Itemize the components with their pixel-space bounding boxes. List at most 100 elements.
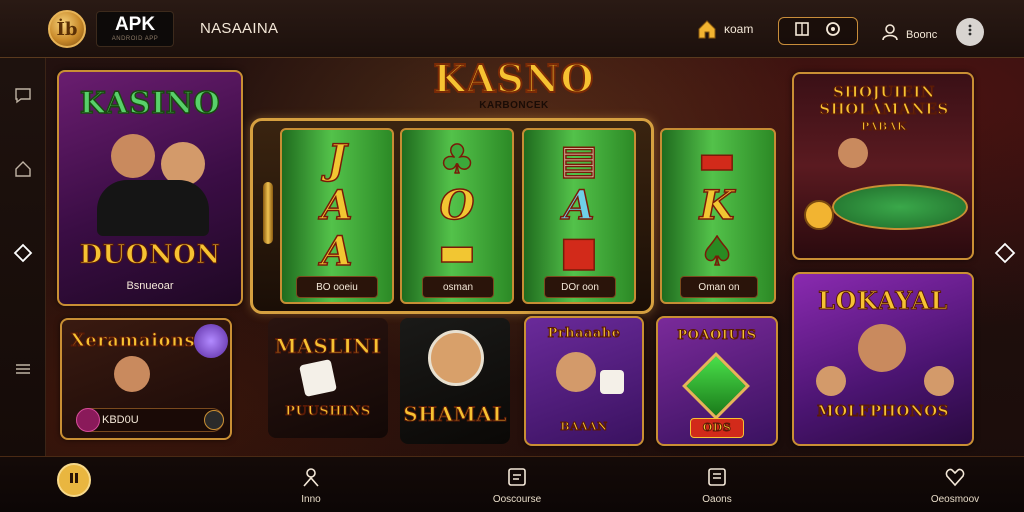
- reel-label: Oman on: [680, 276, 758, 298]
- character-avatar: [428, 330, 484, 386]
- tile-kasino-top-title: KASINO: [79, 85, 221, 122]
- reel-symbol: A: [563, 181, 596, 230]
- top-bar: İb APK ANDROID APP NASAAINA ᴋoam Boonc: [0, 0, 1024, 58]
- settings-button[interactable]: [956, 18, 984, 46]
- slot-lever[interactable]: [263, 182, 273, 244]
- list-icon: [706, 466, 728, 488]
- coin-icon: [204, 410, 224, 430]
- nav-label: Oeosmoov: [930, 494, 980, 505]
- app-logo[interactable]: İb: [48, 10, 86, 48]
- character-avatar: [924, 366, 954, 396]
- card-icon: [506, 466, 528, 488]
- reel-label: BO ooeiu: [296, 276, 378, 298]
- reel-symbol: A: [321, 227, 354, 276]
- dots-icon: [963, 23, 977, 42]
- diamond-icon[interactable]: [12, 242, 34, 264]
- character-avatar: [816, 366, 846, 396]
- game-tile-kasino[interactable]: KASINO DUONON Bsnueoar: [57, 70, 243, 306]
- tile-kasino-label: Bsnueoar: [126, 280, 174, 292]
- gem-icon: [682, 352, 750, 420]
- slot-reel: ♣ O ▬ osman: [400, 128, 514, 304]
- book-icon[interactable]: [794, 21, 810, 42]
- nav-item-games[interactable]: Ooscourse: [462, 462, 572, 508]
- tile-purple-two-title: POAOIUIS: [677, 328, 757, 344]
- reel-symbol: ▬: [437, 227, 476, 276]
- game-tile-xeramaions[interactable]: Xeramaions KBD0U: [60, 318, 232, 440]
- heart-icon: [944, 466, 966, 488]
- tile-table-subtitle: PABAK: [861, 120, 907, 134]
- reel-symbol: ▤: [559, 135, 598, 184]
- profile-label: Boonc: [906, 28, 938, 41]
- character-avatar: [858, 324, 906, 372]
- nav-item-favorites[interactable]: Oeosmoov: [900, 462, 1010, 508]
- reel-symbol: A: [321, 181, 354, 230]
- reel-label: osman: [422, 276, 494, 298]
- tile-shamal-title: SHAMAL: [403, 402, 507, 427]
- brand-name: NASAAINA: [200, 20, 279, 37]
- game-tile-table[interactable]: SHOJUIEIN SHOLAMANES PABAK: [792, 72, 974, 260]
- tile-table-title: SHOJUIEIN SHOLAMANES: [819, 83, 949, 118]
- reel-symbol: ♠: [698, 227, 735, 276]
- reel-symbol: K: [699, 181, 735, 230]
- menu-icon[interactable]: [12, 358, 34, 380]
- character-avatar: [114, 356, 150, 392]
- character-avatar: [556, 352, 596, 392]
- tile-lokayal-title: LOKAYAL: [818, 286, 948, 316]
- chat-icon[interactable]: [12, 84, 34, 106]
- apk-badge[interactable]: APK ANDROID APP: [96, 11, 174, 47]
- tile-purple-one-label: BAAAN: [560, 420, 608, 434]
- orb-icon: [194, 324, 228, 358]
- tile-kasino-title: DUONON: [79, 240, 221, 271]
- hero-subtitle: KARBONCEK: [479, 100, 549, 111]
- reel-symbol: J: [327, 135, 347, 184]
- nav-item-profile[interactable]: Inno: [256, 462, 366, 508]
- next-arrow-icon[interactable]: [994, 242, 1016, 264]
- side-rail: [0, 58, 46, 456]
- reel-symbol: ■: [559, 227, 598, 276]
- character-avatar: [111, 134, 155, 178]
- person-icon: [300, 466, 322, 488]
- game-tile-purple-one[interactable]: Prhaaahe BAAAN: [524, 316, 644, 446]
- character-avatar: [838, 138, 868, 168]
- nav-item-wallet[interactable]: Oaons: [662, 462, 772, 508]
- home-icon: [696, 18, 718, 40]
- nav-home-button[interactable]: [57, 463, 91, 497]
- apk-title: APK: [114, 14, 156, 35]
- tile-xeramaions-title: Xeramaions: [70, 330, 196, 352]
- tile-maslini-subtitle: PUUSHINS: [285, 404, 371, 420]
- nav-label: Inno: [301, 494, 321, 505]
- user-icon: [880, 22, 900, 47]
- chip-icon: [804, 200, 834, 230]
- reel-symbol: ♣: [438, 135, 475, 184]
- reel-symbol: O: [439, 181, 475, 230]
- reel-label: DOr oon: [544, 276, 616, 298]
- slot-reel: ▬ K ♠ Oman on: [660, 128, 776, 304]
- refresh-icon[interactable]: [824, 20, 842, 43]
- nav-label: Ooscourse: [492, 494, 542, 505]
- dice-icon: [600, 370, 624, 394]
- tile-purple-one-title: Prhaaahe: [547, 326, 621, 342]
- profile-link[interactable]: Boonc: [880, 22, 937, 47]
- game-tile-lokayal[interactable]: LOKAYAL MOLFPHONOS: [792, 272, 974, 446]
- tile-purple-two-label: ODS: [702, 421, 732, 435]
- action-pill[interactable]: [778, 17, 858, 45]
- home-link[interactable]: ᴋoam: [696, 18, 753, 40]
- tile-maslini-title: MASLINI: [274, 334, 382, 359]
- home-label: ᴋoam: [724, 22, 754, 36]
- reel-symbol: ▬: [697, 135, 736, 184]
- slot-reel: J A A BO ooeiu: [280, 128, 394, 304]
- game-tile-purple-two[interactable]: POAOIUIS ODS: [656, 316, 778, 446]
- home-rail-icon[interactable]: [12, 158, 34, 180]
- character-body: [97, 180, 209, 236]
- game-tile-maslini[interactable]: MASLINI PUUSHINS: [268, 318, 388, 438]
- pause-icon: [67, 471, 81, 490]
- tile-xeramaions-label: KBD0U: [102, 414, 139, 426]
- apk-subtitle: ANDROID APP: [111, 36, 159, 42]
- star-icon: [76, 408, 100, 432]
- nav-label: Oaons: [702, 494, 732, 505]
- slot-reel: ▤ A ■ DOr oon: [522, 128, 636, 304]
- game-tile-shamal[interactable]: SHAMAL: [400, 318, 510, 444]
- game-table: [832, 184, 968, 230]
- dice-icon: [299, 359, 337, 397]
- tile-lokayal-label: MOLFPHONOS: [817, 402, 950, 421]
